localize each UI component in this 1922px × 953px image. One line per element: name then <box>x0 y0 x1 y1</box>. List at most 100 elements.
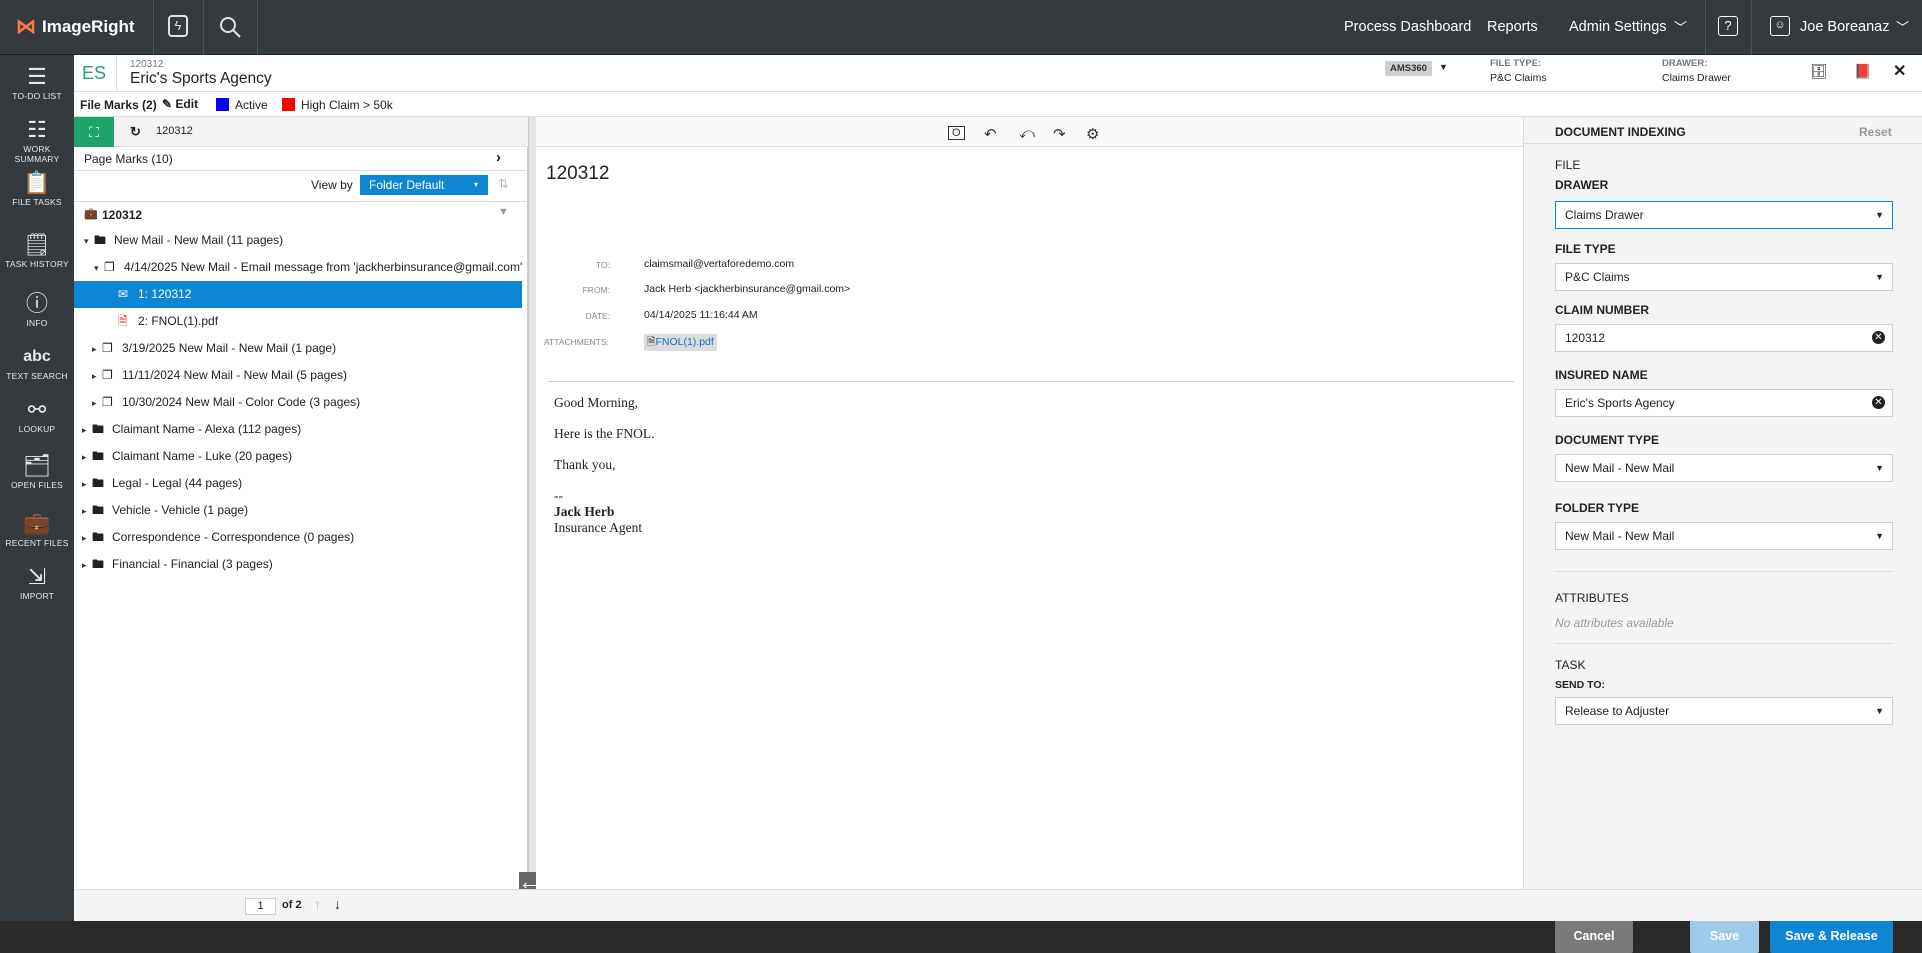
cancel-button[interactable]: Cancel <box>1555 920 1633 953</box>
document-stack-icon: ❐ <box>102 341 113 355</box>
tree-row-label: 3/19/2025 New Mail - New Mail (1 page) <box>122 341 337 355</box>
nav-lookup[interactable]: ⚯ LOOKUP <box>0 398 74 435</box>
divider <box>153 0 154 55</box>
list-icon: ☰ <box>27 64 47 89</box>
file-type-select[interactable]: P&C Claims ▼ <box>1555 263 1893 291</box>
clear-icon[interactable]: ✕ <box>1872 331 1885 344</box>
caret-down-icon: ▾ <box>473 180 478 189</box>
nav-recent-files[interactable]: 💼 RECENT FILES <box>0 512 74 549</box>
tree-row[interactable]: 🗎 2: FNOL(1).pdf <box>74 308 522 335</box>
close-icon[interactable]: ✕ <box>1893 61 1906 81</box>
bowtie-logo-icon: ⋈ <box>16 16 36 38</box>
tree-tab-label[interactable]: 120312 <box>156 125 193 137</box>
nav-todo-list[interactable]: ☰ TO-DO LIST <box>0 64 74 102</box>
caret-right-icon[interactable]: ▸ <box>92 336 102 362</box>
flash-icon[interactable]: ϟ <box>168 15 188 37</box>
user-avatar-icon[interactable]: ☺ <box>1770 16 1790 36</box>
nav-admin-settings[interactable]: Admin Settings <box>1569 19 1667 35</box>
nav-reports[interactable]: Reports <box>1487 19 1538 35</box>
user-name[interactable]: Joe Boreanaz <box>1800 19 1889 35</box>
reply-icon[interactable]: ↶ <box>984 125 997 143</box>
insured-name-input[interactable]: Eric's Sports Agency ✕ <box>1555 389 1893 417</box>
drawer-select[interactable]: Claims Drawer ▼ <box>1555 201 1893 229</box>
help-icon[interactable]: ? <box>1718 16 1738 36</box>
tree-row-label: 2: FNOL(1).pdf <box>138 314 219 328</box>
caret-down-icon[interactable]: ▼ <box>1439 62 1448 72</box>
divider <box>1751 0 1752 55</box>
tree-row[interactable]: ▸ 🖿 Claimant Name - Luke (20 pages) <box>74 443 522 470</box>
drawer-label: DRAWER: <box>1662 58 1708 69</box>
caret-right-icon[interactable]: ▸ <box>82 471 92 497</box>
divider <box>1524 143 1922 144</box>
document-viewer: O ↶ ⤺ ↷ ⚙ 120312 TO: claimsmail@vertafor… <box>536 117 1536 921</box>
tree-row[interactable]: ▸ ❐ 10/30/2024 New Mail - Color Code (3 pa… <box>74 389 522 416</box>
pdf-icon: 🗎 <box>118 314 128 328</box>
tree-row[interactable]: ▾ 🖿 New Mail - New Mail (11 pages) <box>74 227 522 254</box>
page-marks-row[interactable]: Page Marks (10) › <box>74 147 528 171</box>
document-type-select[interactable]: New Mail - New Mail ▼ <box>1555 454 1893 482</box>
file-initials: ES <box>82 63 107 83</box>
nav-task-history[interactable]: 🗒 TASK HISTORY <box>0 233 74 270</box>
book-icon[interactable]: 📕 <box>1854 63 1871 80</box>
caret-right-icon[interactable]: ▸ <box>82 552 92 578</box>
edit-marks-button[interactable]: ✎ Edit <box>162 97 198 111</box>
tree-row[interactable]: ▸ 🖿 Vehicle - Vehicle (1 page) <box>74 497 522 524</box>
attachment-link[interactable]: 🗎FNOL(1).pdf <box>644 334 717 351</box>
chevron-down-icon[interactable]: ﹀ <box>1896 17 1909 36</box>
tree-row[interactable]: ▾ ❐ 4/14/2025 New Mail - Email message fro… <box>74 254 522 281</box>
reply-all-icon[interactable]: ⤺ <box>1019 125 1035 142</box>
nav-import[interactable]: ⇲ IMPORT <box>0 565 74 602</box>
tree-row[interactable]: ▸ 🖿 Financial - Financial (3 pages) <box>74 551 522 578</box>
system-badge[interactable]: AMS360 <box>1385 61 1432 76</box>
outlook-icon[interactable]: O <box>948 126 965 140</box>
tree-row[interactable]: ▸ 🖿 Legal - Legal (44 pages) <box>74 470 522 497</box>
pencil-icon: ✎ <box>162 97 173 111</box>
sort-icon[interactable]: ⇅ <box>498 176 509 192</box>
caret-right-icon[interactable]: ▸ <box>82 525 92 551</box>
caret-down-icon[interactable]: ▾ <box>84 228 94 254</box>
refresh-icon[interactable]: ↻ <box>130 124 141 140</box>
caret-right-icon[interactable]: ▸ <box>92 363 102 389</box>
clear-icon[interactable]: ✕ <box>1872 396 1885 409</box>
hierarchy-icon[interactable]: ⛶ <box>74 117 114 147</box>
caret-right-icon[interactable]: ▸ <box>82 417 92 443</box>
page-number-input[interactable]: 1 <box>245 898 276 915</box>
folder-icon: 🖿 <box>92 557 105 571</box>
tree-root[interactable]: 120312 <box>102 208 142 222</box>
caret-down-icon[interactable]: ▾ <box>94 255 104 281</box>
arrow-up-icon[interactable]: ↑ <box>314 896 321 912</box>
chevron-down-icon[interactable]: ﹀ <box>1674 17 1687 36</box>
caret-right-icon[interactable]: ▸ <box>82 444 92 470</box>
nav-info[interactable]: ⓘ INFO <box>0 292 74 329</box>
gear-icon[interactable]: ⚙ <box>1086 125 1099 143</box>
divider <box>257 0 258 55</box>
nav-open-files[interactable]: 🗂 OPEN FILES <box>0 454 74 491</box>
nav-process-dashboard[interactable]: Process Dashboard <box>1344 19 1471 35</box>
search-icon[interactable] <box>218 15 242 39</box>
nav-file-tasks[interactable]: 📋 FILE TASKS <box>0 171 74 208</box>
arrow-down-icon[interactable]: ↓ <box>334 896 341 912</box>
tree-row[interactable]: ✉ 1: 120312 <box>74 281 522 308</box>
cabinet-icon[interactable]: 🗄 <box>1810 63 1828 80</box>
claim-number-input[interactable]: 120312 ✕ <box>1555 324 1893 352</box>
imageright-logo[interactable]: ⋈ ImageRight <box>16 14 135 39</box>
tree-row[interactable]: ▸ ❐ 11/11/2024 New Mail - New Mail (5 page… <box>74 362 522 389</box>
send-to-select[interactable]: Release to Adjuster ▼ <box>1555 697 1893 725</box>
filter-icon[interactable]: ▼ <box>498 206 509 218</box>
view-by-select[interactable]: Folder Default ▾ <box>360 175 488 195</box>
tree-row[interactable]: ▸ 🖿 Claimant Name - Alexa (112 pages) <box>74 416 522 443</box>
chevron-right-icon[interactable]: › <box>496 149 501 166</box>
save-button[interactable]: Save <box>1690 920 1759 953</box>
tree-row[interactable]: ▸ 🖿 Correspondence - Correspondence (0 pag… <box>74 524 522 551</box>
forward-icon[interactable]: ↷ <box>1053 125 1066 143</box>
document-stack-icon: ❐ <box>104 260 115 274</box>
folder-type-select[interactable]: New Mail - New Mail ▼ <box>1555 522 1893 550</box>
caret-right-icon[interactable]: ▸ <box>92 390 102 416</box>
caret-right-icon[interactable]: ▸ <box>82 498 92 524</box>
save-and-release-button[interactable]: Save & Release <box>1770 920 1893 953</box>
panel-splitter[interactable]: ⟷ <box>519 117 546 921</box>
reset-link[interactable]: Reset <box>1859 125 1892 139</box>
nav-work-summary[interactable]: ☷ WORK SUMMARY <box>0 118 74 165</box>
nav-text-search[interactable]: abc TEXT SEARCH <box>0 345 74 381</box>
tree-row[interactable]: ▸ ❐ 3/19/2025 New Mail - New Mail (1 page) <box>74 335 522 362</box>
